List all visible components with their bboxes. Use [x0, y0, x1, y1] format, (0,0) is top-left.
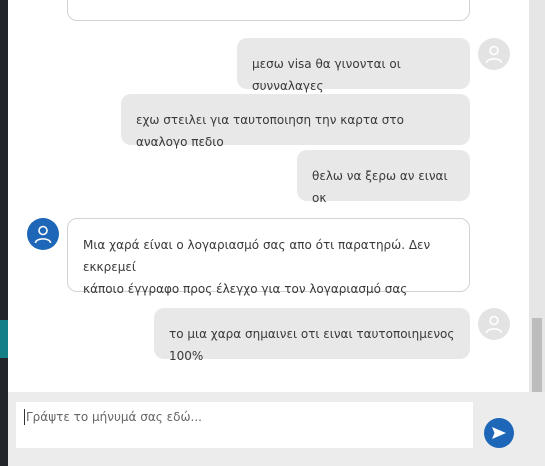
background-app-strip [0, 0, 8, 466]
user-icon [34, 225, 52, 244]
user-avatar [478, 38, 510, 70]
agent-message-partial [67, 0, 470, 21]
agent-message: Μια χαρά είναι ο λογαριασμό σας απο ότι … [67, 218, 470, 296]
user-icon [485, 45, 503, 64]
chat-transcript[interactable]: μεσω visa θα γινονται οι συνναλαγες εχω … [8, 0, 529, 392]
chat-scrollbar-thumb[interactable] [532, 318, 542, 392]
message-input[interactable] [16, 402, 473, 448]
agent-message-line: Μια χαρά είναι ο λογαριασμό σας απο ότι … [83, 238, 431, 274]
agent-avatar [27, 218, 59, 250]
user-avatar [478, 308, 510, 340]
user-message: μεσω visa θα γινονται οι συνναλαγες [237, 38, 470, 93]
text-cursor [24, 409, 25, 425]
background-app-accent [0, 320, 8, 358]
agent-message-line: κάποιο έγγραφο προς έλεγχο για τον λογαρ… [83, 282, 408, 296]
user-icon [485, 315, 503, 334]
send-button[interactable] [484, 418, 514, 448]
user-message: θελω να ξερω αν ειναι οκ [297, 150, 470, 205]
user-message: το μια χαρα σημαινει οτι ειναι ταυτοποιη… [154, 308, 470, 363]
send-arrow-icon [492, 427, 506, 439]
user-message: εχω στειλει για ταυτοποιηση την καρτα στ… [121, 94, 470, 149]
